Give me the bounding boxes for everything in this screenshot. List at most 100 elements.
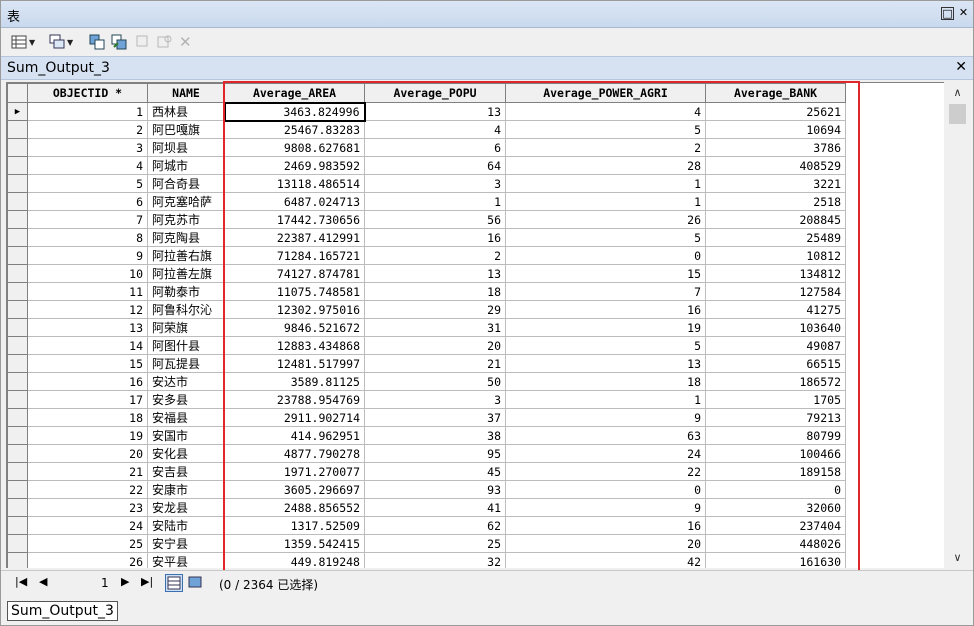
previous-record-icon[interactable]: ◀ [39, 575, 47, 588]
table-cell[interactable]: 12302.975016 [224, 300, 365, 319]
table-cell[interactable]: 25 [364, 534, 506, 553]
table-cell[interactable]: 32060 [705, 498, 846, 517]
table-cell[interactable]: 408529 [705, 156, 846, 175]
table-cell[interactable]: 13 [364, 264, 506, 283]
row-selector[interactable] [7, 426, 28, 445]
table-cell[interactable]: 9 [505, 408, 706, 427]
table-cell[interactable]: 208845 [705, 210, 846, 229]
table-row[interactable]: 14 阿图什县 12883.434868 20 5 49087 [7, 336, 846, 355]
table-row[interactable]: 21 安吉县 1971.270077 45 22 189158 [7, 462, 846, 481]
table-cell[interactable]: 414.962951 [224, 426, 365, 445]
table-cell[interactable]: 161630 [705, 552, 846, 568]
column-header[interactable]: Average_POPU [364, 83, 506, 103]
next-record-icon[interactable]: ▶ [121, 575, 129, 588]
table-cell[interactable]: 2 [364, 246, 506, 265]
table-cell[interactable]: 49087 [705, 336, 846, 355]
row-selector[interactable] [7, 372, 28, 391]
table-cell[interactable]: 13 [505, 354, 706, 373]
table-cell[interactable]: 阿拉善左旗 [147, 264, 225, 283]
table-cell[interactable]: 25489 [705, 228, 846, 247]
table-cell[interactable]: 29 [364, 300, 506, 319]
table-cell[interactable]: 62 [364, 516, 506, 535]
table-cell[interactable]: 阿拉善右旗 [147, 246, 225, 265]
table-cell[interactable]: 41275 [705, 300, 846, 319]
table-cell[interactable]: 23 [27, 498, 148, 517]
table-cell[interactable]: 4 [27, 156, 148, 175]
table-cell[interactable]: 71284.165721 [224, 246, 365, 265]
table-cell[interactable]: 7 [27, 210, 148, 229]
bottom-table-tab[interactable]: Sum_Output_3 [7, 601, 118, 621]
row-selector[interactable] [7, 408, 28, 427]
table-cell[interactable]: 安国市 [147, 426, 225, 445]
table-cell[interactable]: 18 [364, 282, 506, 301]
table-cell[interactable]: 26 [505, 210, 706, 229]
table-cell[interactable]: 20 [364, 336, 506, 355]
row-selector[interactable] [7, 444, 28, 463]
table-cell[interactable]: 79213 [705, 408, 846, 427]
restore-icon[interactable]: □ [941, 7, 954, 20]
table-row[interactable]: 7 阿克苏市 17442.730656 56 26 208845 [7, 210, 846, 229]
column-header[interactable]: NAME [147, 83, 225, 103]
table-cell[interactable]: 42 [505, 552, 706, 568]
table-cell[interactable]: 11 [27, 282, 148, 301]
table-cell[interactable]: 14 [27, 336, 148, 355]
table-cell[interactable]: 41 [364, 498, 506, 517]
row-selector[interactable] [7, 228, 28, 247]
column-header[interactable]: Average_BANK [705, 83, 846, 103]
show-all-records-button[interactable] [165, 574, 183, 592]
table-cell[interactable]: 1971.270077 [224, 462, 365, 481]
table-cell[interactable]: 20 [505, 534, 706, 553]
table-cell[interactable]: 50 [364, 372, 506, 391]
table-cell[interactable]: 17442.730656 [224, 210, 365, 229]
table-cell[interactable]: 安龙县 [147, 498, 225, 517]
table-cell[interactable]: 16 [364, 228, 506, 247]
table-cell[interactable]: 10694 [705, 120, 846, 139]
row-selector[interactable] [7, 390, 28, 409]
table-cell[interactable]: 10 [27, 264, 148, 283]
column-header[interactable]: Average_POWER_AGRI [505, 83, 706, 103]
table-cell[interactable]: 12 [27, 300, 148, 319]
row-selector[interactable] [7, 516, 28, 535]
table-cell[interactable]: 2 [505, 138, 706, 157]
table-cell[interactable]: 31 [364, 318, 506, 337]
table-row[interactable]: 3 阿坝县 9808.627681 6 2 3786 [7, 138, 846, 157]
row-selector[interactable] [7, 354, 28, 373]
vertical-scrollbar[interactable]: ∧ ∨ [947, 82, 968, 568]
table-cell[interactable]: 11075.748581 [224, 282, 365, 301]
table-cell[interactable]: 安多县 [147, 390, 225, 409]
row-selector[interactable] [7, 138, 28, 157]
table-cell[interactable]: 80799 [705, 426, 846, 445]
table-cell[interactable]: 21 [27, 462, 148, 481]
table-row[interactable]: 11 阿勒泰市 11075.748581 18 7 127584 [7, 282, 846, 301]
close-icon[interactable]: ✕ [957, 7, 970, 20]
table-row[interactable]: 5 阿合奇县 13118.486514 3 1 3221 [7, 174, 846, 193]
table-cell[interactable]: 17 [27, 390, 148, 409]
table-row[interactable]: 22 安康市 3605.296697 93 0 0 [7, 480, 846, 499]
table-cell[interactable]: 24 [27, 516, 148, 535]
table-row[interactable]: 25 安宁县 1359.542415 25 20 448026 [7, 534, 846, 553]
table-cell[interactable]: 13118.486514 [224, 174, 365, 193]
close-icon[interactable]: ✕ [955, 59, 967, 75]
table-cell[interactable]: 189158 [705, 462, 846, 481]
table-cell[interactable]: 12481.517997 [224, 354, 365, 373]
row-selector[interactable] [7, 480, 28, 499]
table-cell[interactable]: 3 [364, 390, 506, 409]
column-header[interactable]: OBJECTID * [27, 83, 148, 103]
table-cell[interactable]: 38 [364, 426, 506, 445]
table-cell[interactable]: 1317.52509 [224, 516, 365, 535]
table-cell[interactable]: 5 [505, 336, 706, 355]
table-cell[interactable]: 阿坝县 [147, 138, 225, 157]
row-selector[interactable] [7, 336, 28, 355]
table-cell[interactable]: 15 [505, 264, 706, 283]
table-cell[interactable]: 6 [27, 192, 148, 211]
table-tab[interactable]: Sum_Output_3 ✕ [1, 56, 973, 80]
table-cell[interactable]: 阿克陶县 [147, 228, 225, 247]
first-record-icon[interactable]: |◀ [15, 575, 27, 588]
table-row[interactable]: ▶ 1 西林县 3463.824996 13 4 25621 [7, 101, 846, 122]
table-cell[interactable]: 6487.024713 [224, 192, 365, 211]
table-cell[interactable]: 237404 [705, 516, 846, 535]
table-cell[interactable]: 安吉县 [147, 462, 225, 481]
table-row[interactable]: 8 阿克陶县 22387.412991 16 5 25489 [7, 228, 846, 247]
row-selector[interactable] [7, 462, 28, 481]
table-row[interactable]: 20 安化县 4877.790278 95 24 100466 [7, 444, 846, 463]
